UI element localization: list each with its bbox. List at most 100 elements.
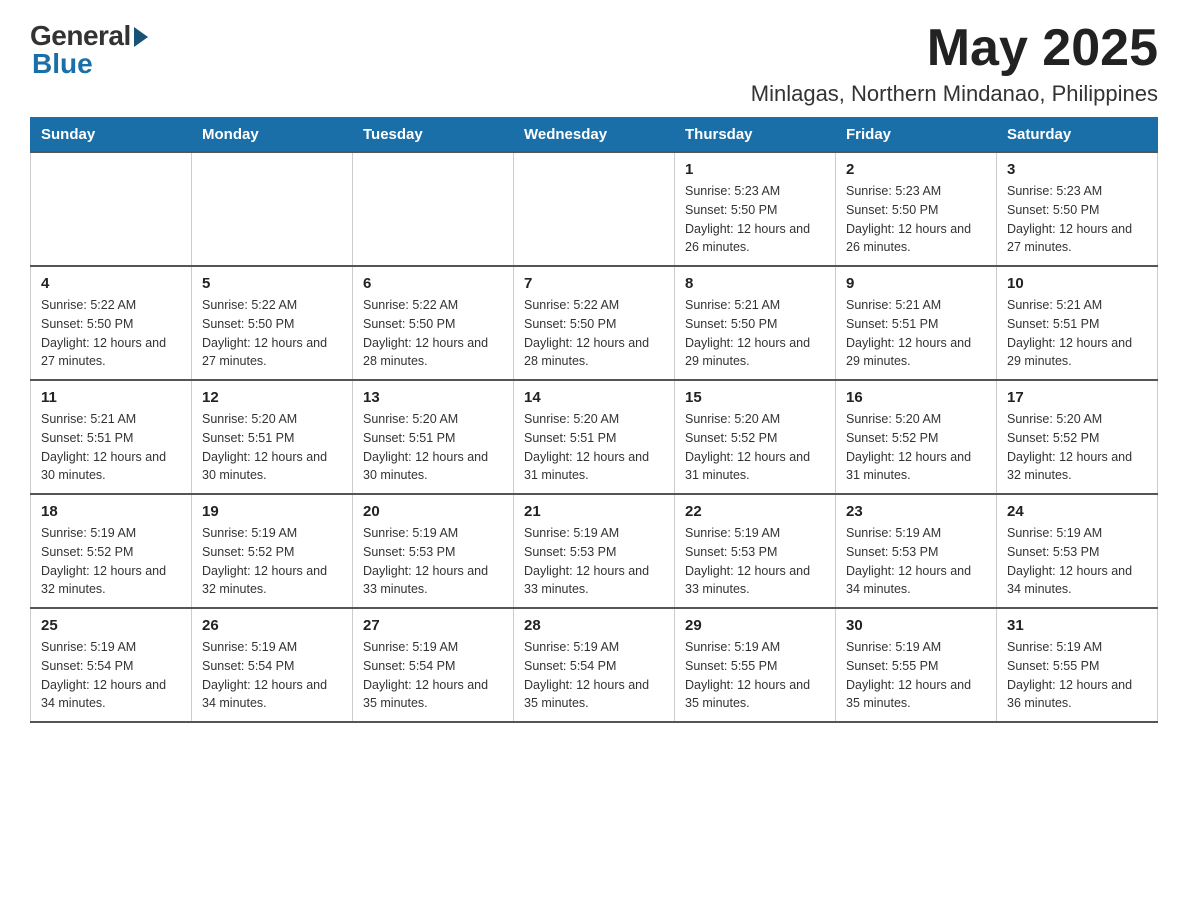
day-info: Sunrise: 5:22 AMSunset: 5:50 PMDaylight:… (41, 296, 181, 371)
weekday-header-tuesday: Tuesday (353, 118, 514, 153)
day-number: 26 (202, 617, 342, 634)
calendar-cell: 26 Sunrise: 5:19 AMSunset: 5:54 PMDayligh… (192, 608, 353, 722)
calendar-cell (192, 152, 353, 266)
day-number: 20 (363, 503, 503, 520)
day-number: 24 (1007, 503, 1147, 520)
day-number: 11 (41, 389, 181, 406)
day-number: 22 (685, 503, 825, 520)
calendar-cell: 11 Sunrise: 5:21 AMSunset: 5:51 PMDayligh… (31, 380, 192, 494)
calendar-cell: 21Sunrise: 5:19 AMSunset: 5:53 PMDayligh… (514, 494, 675, 608)
title-block: May 2025 Minlagas, Northern Mindanao, Ph… (751, 20, 1158, 107)
day-info: Sunrise: 5:19 AMSunset: 5:53 PMDaylight:… (363, 524, 503, 599)
day-number: 25 (41, 617, 181, 634)
day-info: Sunrise: 5:19 AMSunset: 5:54 PMDaylight:… (41, 638, 181, 713)
calendar-cell: 23Sunrise: 5:19 AMSunset: 5:53 PMDayligh… (836, 494, 997, 608)
day-info: Sunrise: 5:21 AMSunset: 5:51 PMDaylight:… (1007, 296, 1147, 371)
calendar-cell: 18 Sunrise: 5:19 AMSunset: 5:52 PMDayligh… (31, 494, 192, 608)
day-info: Sunrise: 5:21 AMSunset: 5:50 PMDaylight:… (685, 296, 825, 371)
logo: General Blue (30, 20, 148, 80)
day-info: Sunrise: 5:19 AMSunset: 5:53 PMDaylight:… (1007, 524, 1147, 599)
day-number: 4 (41, 275, 181, 292)
day-info: Sunrise: 5:20 AMSunset: 5:52 PMDaylight:… (846, 410, 986, 485)
day-info: Sunrise: 5:22 AMSunset: 5:50 PMDaylight:… (202, 296, 342, 371)
day-info: Sunrise: 5:19 AMSunset: 5:55 PMDaylight:… (685, 638, 825, 713)
calendar-week-row: 25 Sunrise: 5:19 AMSunset: 5:54 PMDayligh… (31, 608, 1158, 722)
day-number: 13 (363, 389, 503, 406)
calendar-table: SundayMondayTuesdayWednesdayThursdayFrid… (30, 117, 1158, 723)
day-info: Sunrise: 5:20 AMSunset: 5:51 PMDaylight:… (202, 410, 342, 485)
day-number: 3 (1007, 161, 1147, 178)
calendar-cell (514, 152, 675, 266)
day-number: 12 (202, 389, 342, 406)
day-number: 2 (846, 161, 986, 178)
calendar-cell: 16 Sunrise: 5:20 AMSunset: 5:52 PMDayligh… (836, 380, 997, 494)
calendar-week-row: 1 Sunrise: 5:23 AMSunset: 5:50 PMDaylight… (31, 152, 1158, 266)
day-info: Sunrise: 5:22 AMSunset: 5:50 PMDaylight:… (524, 296, 664, 371)
calendar-cell: 3Sunrise: 5:23 AMSunset: 5:50 PMDaylight… (997, 152, 1158, 266)
calendar-cell: 30Sunrise: 5:19 AMSunset: 5:55 PMDayligh… (836, 608, 997, 722)
calendar-cell: 13 Sunrise: 5:20 AMSunset: 5:51 PMDayligh… (353, 380, 514, 494)
day-info: Sunrise: 5:19 AMSunset: 5:53 PMDaylight:… (685, 524, 825, 599)
day-number: 6 (363, 275, 503, 292)
day-info: Sunrise: 5:23 AMSunset: 5:50 PMDaylight:… (685, 182, 825, 257)
calendar-cell: 15Sunrise: 5:20 AMSunset: 5:52 PMDayligh… (675, 380, 836, 494)
calendar-cell: 12 Sunrise: 5:20 AMSunset: 5:51 PMDayligh… (192, 380, 353, 494)
day-number: 1 (685, 161, 825, 178)
day-info: Sunrise: 5:19 AMSunset: 5:54 PMDaylight:… (524, 638, 664, 713)
day-number: 9 (846, 275, 986, 292)
day-number: 10 (1007, 275, 1147, 292)
calendar-cell: 2 Sunrise: 5:23 AMSunset: 5:50 PMDaylight… (836, 152, 997, 266)
calendar-cell: 20 Sunrise: 5:19 AMSunset: 5:53 PMDayligh… (353, 494, 514, 608)
day-number: 19 (202, 503, 342, 520)
calendar-cell: 9 Sunrise: 5:21 AMSunset: 5:51 PMDaylight… (836, 266, 997, 380)
day-number: 30 (846, 617, 986, 634)
calendar-cell: 5 Sunrise: 5:22 AMSunset: 5:50 PMDaylight… (192, 266, 353, 380)
calendar-header-row: SundayMondayTuesdayWednesdayThursdayFrid… (31, 118, 1158, 153)
calendar-cell: 14Sunrise: 5:20 AMSunset: 5:51 PMDayligh… (514, 380, 675, 494)
page-header: General Blue May 2025 Minlagas, Northern… (30, 20, 1158, 107)
weekday-header-saturday: Saturday (997, 118, 1158, 153)
day-info: Sunrise: 5:19 AMSunset: 5:53 PMDaylight:… (846, 524, 986, 599)
calendar-cell: 25 Sunrise: 5:19 AMSunset: 5:54 PMDayligh… (31, 608, 192, 722)
weekday-header-wednesday: Wednesday (514, 118, 675, 153)
day-info: Sunrise: 5:19 AMSunset: 5:55 PMDaylight:… (1007, 638, 1147, 713)
calendar-cell: 19Sunrise: 5:19 AMSunset: 5:52 PMDayligh… (192, 494, 353, 608)
day-number: 7 (524, 275, 664, 292)
day-info: Sunrise: 5:21 AMSunset: 5:51 PMDaylight:… (846, 296, 986, 371)
day-number: 8 (685, 275, 825, 292)
calendar-cell: 27Sunrise: 5:19 AMSunset: 5:54 PMDayligh… (353, 608, 514, 722)
day-info: Sunrise: 5:20 AMSunset: 5:52 PMDaylight:… (685, 410, 825, 485)
calendar-cell: 31Sunrise: 5:19 AMSunset: 5:55 PMDayligh… (997, 608, 1158, 722)
calendar-cell: 1 Sunrise: 5:23 AMSunset: 5:50 PMDaylight… (675, 152, 836, 266)
logo-blue-text: Blue (30, 48, 93, 80)
day-info: Sunrise: 5:20 AMSunset: 5:52 PMDaylight:… (1007, 410, 1147, 485)
day-info: Sunrise: 5:19 AMSunset: 5:53 PMDaylight:… (524, 524, 664, 599)
day-number: 14 (524, 389, 664, 406)
calendar-cell: 17 Sunrise: 5:20 AMSunset: 5:52 PMDayligh… (997, 380, 1158, 494)
day-info: Sunrise: 5:19 AMSunset: 5:54 PMDaylight:… (363, 638, 503, 713)
day-number: 17 (1007, 389, 1147, 406)
weekday-header-sunday: Sunday (31, 118, 192, 153)
day-info: Sunrise: 5:20 AMSunset: 5:51 PMDaylight:… (363, 410, 503, 485)
day-info: Sunrise: 5:23 AMSunset: 5:50 PMDaylight:… (846, 182, 986, 257)
day-info: Sunrise: 5:21 AMSunset: 5:51 PMDaylight:… (41, 410, 181, 485)
day-number: 5 (202, 275, 342, 292)
weekday-header-friday: Friday (836, 118, 997, 153)
calendar-cell: 28Sunrise: 5:19 AMSunset: 5:54 PMDayligh… (514, 608, 675, 722)
day-info: Sunrise: 5:19 AMSunset: 5:54 PMDaylight:… (202, 638, 342, 713)
calendar-cell: 22 Sunrise: 5:19 AMSunset: 5:53 PMDayligh… (675, 494, 836, 608)
location-title: Minlagas, Northern Mindanao, Philippines (751, 81, 1158, 107)
calendar-cell: 6 Sunrise: 5:22 AMSunset: 5:50 PMDaylight… (353, 266, 514, 380)
day-number: 16 (846, 389, 986, 406)
day-number: 29 (685, 617, 825, 634)
calendar-cell: 24 Sunrise: 5:19 AMSunset: 5:53 PMDayligh… (997, 494, 1158, 608)
day-number: 18 (41, 503, 181, 520)
calendar-cell: 10 Sunrise: 5:21 AMSunset: 5:51 PMDayligh… (997, 266, 1158, 380)
day-info: Sunrise: 5:22 AMSunset: 5:50 PMDaylight:… (363, 296, 503, 371)
calendar-cell: 29 Sunrise: 5:19 AMSunset: 5:55 PMDayligh… (675, 608, 836, 722)
day-info: Sunrise: 5:19 AMSunset: 5:52 PMDaylight:… (41, 524, 181, 599)
logo-arrow-icon (134, 27, 148, 47)
calendar-cell: 8 Sunrise: 5:21 AMSunset: 5:50 PMDaylight… (675, 266, 836, 380)
weekday-header-thursday: Thursday (675, 118, 836, 153)
calendar-cell: 4 Sunrise: 5:22 AMSunset: 5:50 PMDaylight… (31, 266, 192, 380)
